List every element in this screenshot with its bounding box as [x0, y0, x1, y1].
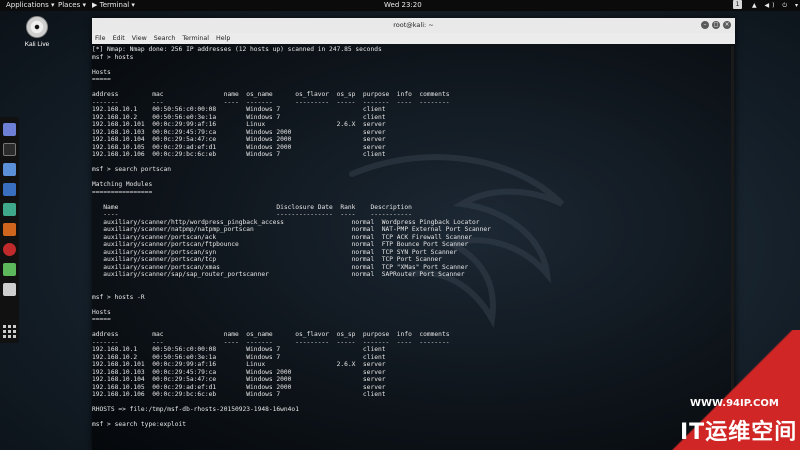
terminal-line: 192.168.10.1 00:50:56:c0:00:08 Windows 7…: [92, 346, 386, 353]
terminal-line: ================: [92, 188, 153, 196]
workspace-indicator[interactable]: 1: [733, 0, 742, 9]
terminal-text: [*] Nmap: Nmap done: 256 IP addresses (1…: [92, 44, 735, 429]
window-titlebar[interactable]: root@kali: ~ – ◻ ×: [92, 18, 735, 33]
terminal-line: Matching Modules: [92, 181, 153, 188]
terminal-window: root@kali: ~ – ◻ × File Edit View Search…: [92, 18, 735, 450]
terminal-line: Hosts: [92, 68, 111, 76]
terminal-line: msf > hosts: [92, 53, 134, 61]
faraday-icon[interactable]: [3, 243, 16, 256]
iceweasel-icon[interactable]: [3, 123, 16, 136]
terminal-line: auxiliary/scanner/portscan/xmas normal T…: [92, 263, 469, 271]
desktop-icon-label: Kali Live: [24, 41, 50, 48]
files-icon[interactable]: [3, 163, 16, 176]
terminal-line: 192.168.10.104 00:0c:29:5a:47:ce Windows…: [92, 376, 386, 383]
minimize-button[interactable]: –: [701, 21, 709, 29]
dash-dock: [0, 117, 19, 343]
terminal-line: 192.168.10.2 00:50:56:e0:3e:1a Windows 7…: [92, 353, 386, 361]
terminal-line: auxiliary/scanner/http/wordpress_pingbac…: [92, 218, 480, 226]
terminal-line: auxiliary/scanner/natpmp/natpmp_portscan…: [92, 226, 491, 233]
top-panel: Applications ▾ Places ▾ ▶ Terminal ▾ Wed…: [0, 0, 800, 11]
terminal-line: 192.168.10.105 00:0c:29:ad:ef:d1 Windows…: [92, 143, 386, 151]
metasploit-icon[interactable]: [3, 183, 16, 196]
terminal-line: 192.168.10.101 00:0c:29:99:af:16 Linux 2…: [92, 361, 386, 368]
armitage-icon[interactable]: [3, 203, 16, 216]
applications-menu[interactable]: Applications ▾: [6, 0, 55, 11]
terminal-output-area[interactable]: [*] Nmap: Nmap done: 256 IP addresses (1…: [92, 44, 735, 450]
window-title: root@kali: ~: [393, 21, 434, 29]
terminal-line: 192.168.10.106 00:0c:29:bc:6c:eb Windows…: [92, 151, 386, 158]
burpsuite-icon[interactable]: [3, 223, 16, 236]
leafpad-icon[interactable]: [3, 263, 16, 276]
menu-edit[interactable]: Edit: [113, 35, 125, 42]
terminal-line: 192.168.10.105 00:0c:29:ad:ef:d1 Windows…: [92, 383, 386, 391]
terminal-line: 192.168.10.104 00:0c:29:5a:47:ce Windows…: [92, 136, 386, 143]
terminal-line: 192.168.10.1 00:50:56:c0:00:08 Windows 7…: [92, 106, 386, 113]
terminal-app-menu[interactable]: ▶ Terminal ▾: [92, 0, 135, 11]
desktop-icon-kali-live[interactable]: Kali Live: [22, 16, 52, 48]
terminal-line: auxiliary/scanner/portscan/syn normal TC…: [92, 248, 457, 256]
maximize-button[interactable]: ◻: [712, 21, 720, 29]
watermark: WWW.94IP.COM IT运维空间: [672, 330, 800, 450]
terminal-line: ------- --- ---- ------- --------- -----…: [92, 338, 450, 346]
terminal-line: address mac name os_name os_flavor os_sp…: [92, 331, 450, 338]
menu-bar: File Edit View Search Terminal Help: [92, 33, 735, 44]
watermark-brand: IT运维空间: [680, 420, 798, 445]
menu-search[interactable]: Search: [154, 35, 176, 42]
menu-terminal[interactable]: Terminal: [182, 35, 209, 42]
terminal-line: address mac name os_name os_flavor os_sp…: [92, 91, 450, 98]
watermark-url: WWW.94IP.COM: [690, 398, 779, 409]
terminal-line: 192.168.10.2 00:50:56:e0:3e:1a Windows 7…: [92, 113, 386, 121]
clock[interactable]: Wed 23:20: [384, 0, 422, 11]
terminal-line: ---- --------------- ---- -----------: [92, 211, 412, 218]
terminal-line: msf > search type:exploit: [92, 421, 187, 428]
terminal-line: =====: [92, 316, 111, 323]
terminal-line: 192.168.10.106 00:0c:29:bc:6c:eb Windows…: [92, 391, 386, 398]
terminal-line: auxiliary/scanner/portscan/ack normal TC…: [92, 233, 473, 241]
terminal-line: msf > hosts -R: [92, 293, 145, 301]
terminal-line: RHOSTS => file:/tmp/msf-db-rhosts-201509…: [92, 406, 299, 413]
terminal-line: =====: [92, 76, 111, 83]
terminal-icon[interactable]: [3, 143, 16, 156]
screenshot-icon[interactable]: [3, 283, 16, 296]
terminal-line: auxiliary/scanner/portscan/ftpbounce nor…: [92, 241, 469, 248]
terminal-line: 192.168.10.103 00:0c:29:45:79:ca Windows…: [92, 368, 386, 376]
terminal-line: msf > search portscan: [92, 166, 172, 173]
terminal-line: [*] Nmap: Nmap done: 256 IP addresses (1…: [92, 46, 382, 53]
menu-help[interactable]: Help: [216, 35, 230, 42]
show-applications-icon[interactable]: [3, 325, 16, 338]
terminal-line: Hosts: [92, 308, 111, 316]
close-button[interactable]: ×: [723, 21, 731, 29]
terminal-line: auxiliary/scanner/portscan/tcp normal TC…: [92, 256, 442, 263]
terminal-line: 192.168.10.101 00:0c:29:99:af:16 Linux 2…: [92, 121, 386, 128]
menu-file[interactable]: File: [95, 35, 106, 42]
terminal-line: Name Disclosure Date Rank Description: [92, 203, 412, 211]
terminal-line: auxiliary/scanner/sap/sap_router_portsca…: [92, 271, 465, 278]
terminal-line: ------- --- ---- ------- --------- -----…: [92, 98, 450, 106]
places-menu[interactable]: Places ▾: [58, 0, 86, 11]
system-status-icons[interactable]: ▲ ◀) ⏻ ▾: [752, 0, 800, 11]
terminal-line: 192.168.10.103 00:0c:29:45:79:ca Windows…: [92, 128, 386, 136]
disc-icon: [26, 16, 48, 38]
menu-view[interactable]: View: [132, 35, 147, 42]
